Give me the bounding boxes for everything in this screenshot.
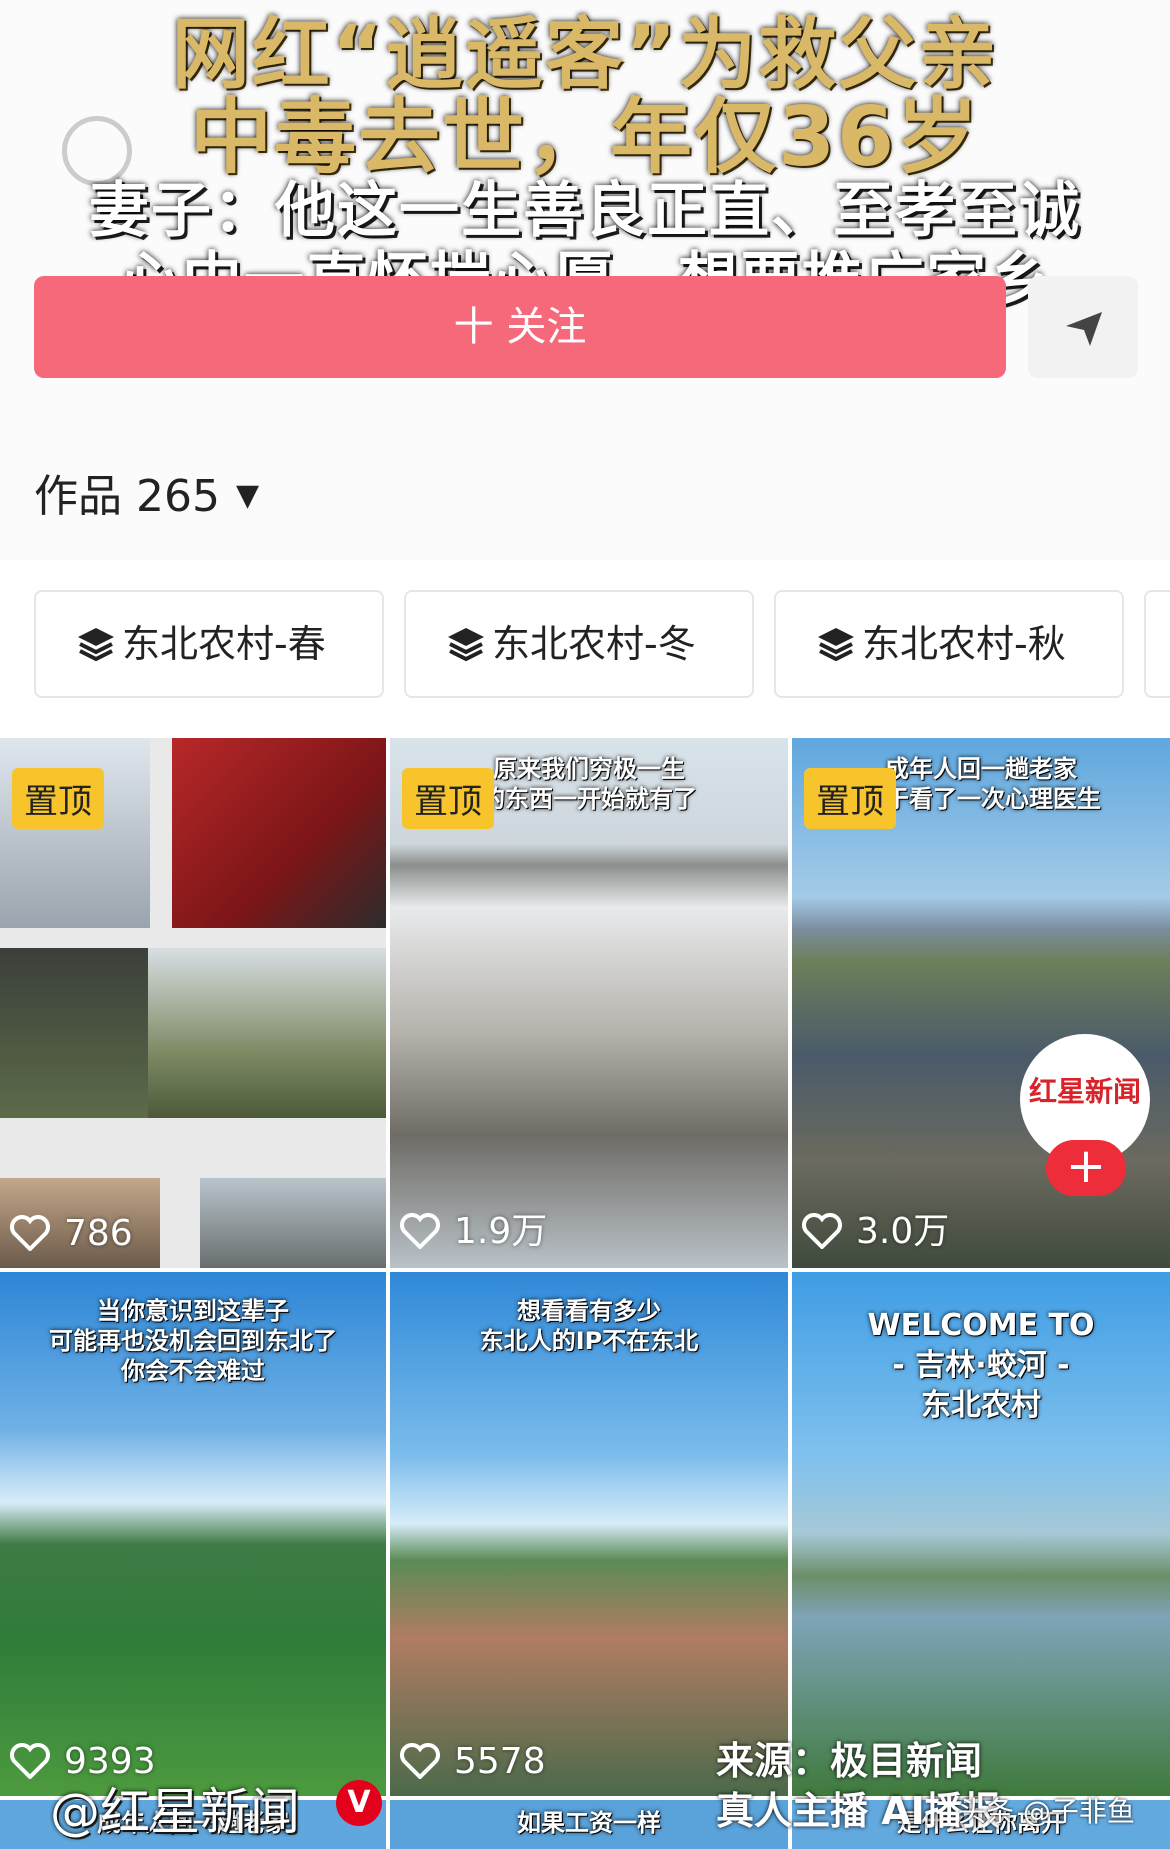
like-count: 1.9万 xyxy=(400,1202,547,1254)
works-label: 作品 265 xyxy=(34,471,220,522)
collection-spring[interactable]: 东北农村-春 xyxy=(34,590,384,698)
share-arrow-icon xyxy=(1066,312,1102,346)
video-tile[interactable]: WELCOME TO - 吉林·蛟河 - 东北农村 xyxy=(792,1272,1170,1796)
add-button[interactable]: + xyxy=(1046,1140,1126,1196)
heart-icon xyxy=(10,1215,50,1252)
collections-row: 东北农村-春 东北农村-冬 东北农村-秋 xyxy=(0,590,1170,702)
collection-label: 东北农村-冬 xyxy=(492,622,696,666)
heart-icon xyxy=(400,1743,440,1780)
video-caption: 想看看有多少 东北人的IP不在东北 xyxy=(479,1297,699,1355)
collection-winter[interactable]: 东北农村-冬 xyxy=(404,590,754,698)
profile-header: 网红“逍遥客”为救父亲 中毒去世，年仅36岁 妻子：他这一生善良正直、至孝至诚 … xyxy=(0,0,1170,560)
collection-label: 东北农村-秋 xyxy=(862,622,1066,666)
video-tile[interactable]: 当你意识到这辈子 可能再也没机会回到东北了 你会不会难过 9393 xyxy=(0,1272,386,1796)
pinned-badge: 置顶 xyxy=(12,768,104,829)
heart-icon xyxy=(10,1743,50,1780)
redstar-watermark: @红星新闻 xyxy=(50,1783,300,1841)
video-tile[interactable]: 置顶 786 xyxy=(0,738,386,1268)
like-count: 5578 xyxy=(400,1741,546,1782)
layers-icon xyxy=(448,628,484,662)
heart-icon xyxy=(802,1213,842,1250)
video-tile[interactable]: 想看看有多少 东北人的IP不在东北 5578 xyxy=(390,1272,788,1796)
author-watermark: 头条 @子非鱼 xyxy=(958,1795,1135,1828)
like-count: 786 xyxy=(10,1213,133,1254)
share-button[interactable] xyxy=(1028,276,1138,378)
collection-label: 东北农村-春 xyxy=(122,622,326,666)
collection-autumn[interactable]: 东北农村-秋 xyxy=(774,590,1124,698)
pinned-badge: 置顶 xyxy=(804,768,896,829)
follow-button[interactable]: 十 关注 xyxy=(34,276,1006,378)
video-caption: WELCOME TO - 吉林·蛟河 - 东北农村 xyxy=(867,1308,1095,1423)
collection-more[interactable] xyxy=(1144,590,1170,698)
verified-icon: V xyxy=(336,1780,382,1826)
video-tile[interactable]: 原来我们穷极一生 的东西一开始就有了 置顶 1.9万 xyxy=(390,738,788,1268)
like-count: 3.0万 xyxy=(802,1202,949,1254)
works-count[interactable]: 作品 265 ▼ xyxy=(34,460,259,524)
layers-icon xyxy=(818,628,854,662)
heart-icon xyxy=(400,1213,440,1250)
layers-icon xyxy=(78,628,114,662)
chevron-down-icon: ▼ xyxy=(235,478,260,513)
pinned-badge: 置顶 xyxy=(402,768,494,829)
video-caption: 当你意识到这辈子 可能再也没机会回到东北了 你会不会难过 xyxy=(49,1297,337,1385)
